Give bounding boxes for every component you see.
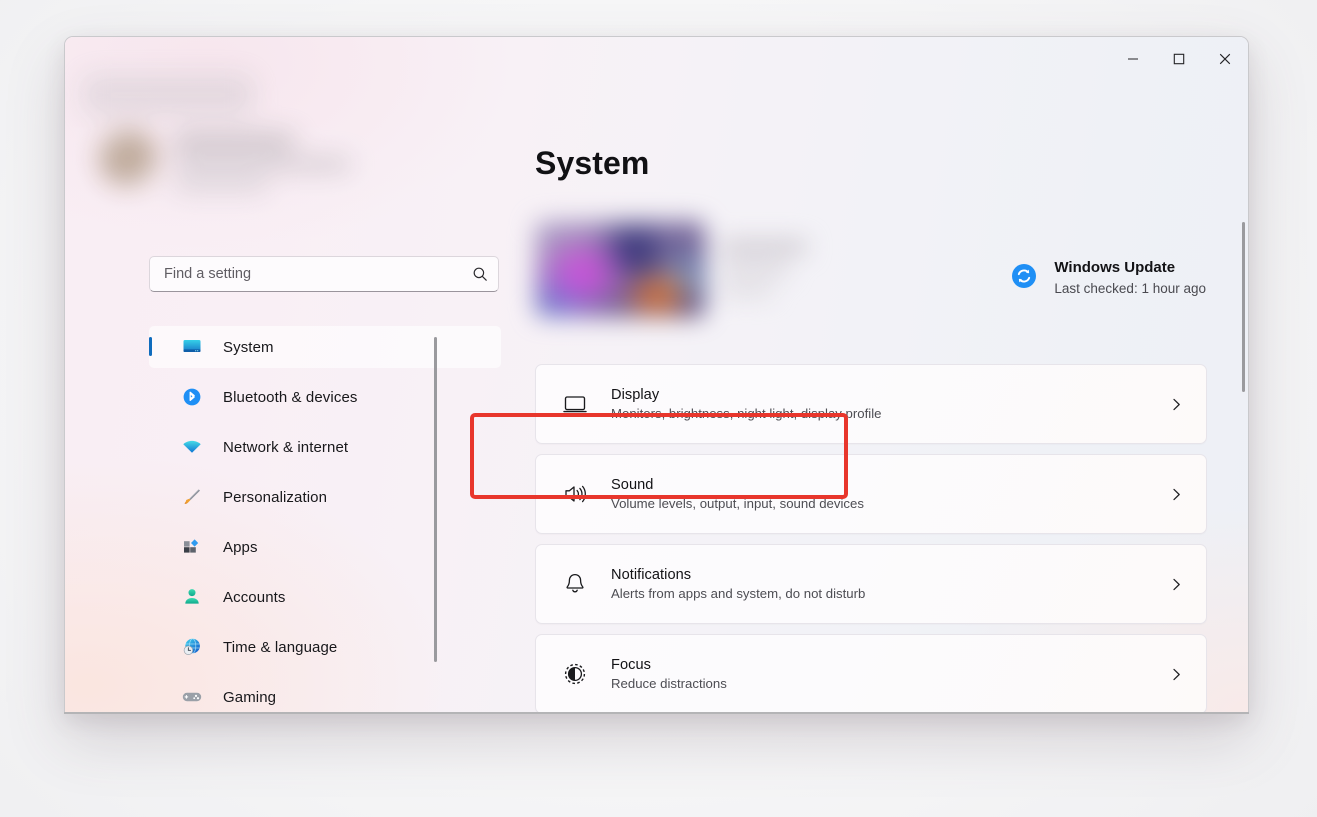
sidebar-item-apps[interactable]: Apps [149, 526, 501, 568]
chevron-right-icon [1169, 397, 1184, 412]
sidebar-item-time-language[interactable]: Time & language [149, 626, 501, 668]
sidebar-item-network-internet[interactable]: Network & internet [149, 426, 501, 468]
maximize-button[interactable] [1156, 37, 1202, 81]
card-subtitle: Volume levels, output, input, sound devi… [611, 496, 864, 511]
sidebar-item-label: Personalization [223, 488, 328, 506]
card-subtitle: Monitors, brightness, night light, displ… [611, 406, 882, 421]
card-title: Sound [611, 477, 654, 493]
card-text: Display Monitors, brightness, night ligh… [611, 387, 1169, 421]
gamepad-icon [181, 686, 203, 708]
content-scrollbar[interactable] [1242, 222, 1245, 392]
chevron-right-icon [1169, 487, 1184, 502]
card-subtitle: Alerts from apps and system, do not dist… [611, 586, 866, 601]
windows-update-title: Windows Update [1054, 259, 1176, 276]
card-subtitle: Reduce distractions [611, 676, 727, 691]
sidebar-item-accounts[interactable]: Accounts [149, 576, 501, 618]
sidebar-item-personalization[interactable]: Personalization [149, 476, 501, 518]
settings-card-focus[interactable]: Focus Reduce distractions [535, 634, 1207, 713]
card-title: Display [611, 387, 660, 403]
sidebar-item-label: System [223, 338, 274, 356]
sidebar-item-label: Time & language [223, 638, 338, 656]
device-model-redacted [721, 265, 789, 275]
device-rename-redacted [721, 287, 773, 296]
device-name-redacted [721, 241, 807, 253]
sidebar-item-label: Apps [223, 538, 258, 556]
card-text: Focus Reduce distractions [611, 657, 1169, 691]
profile-meta-redacted [173, 181, 269, 191]
settings-card-sound[interactable]: Sound Volume levels, output, input, soun… [535, 454, 1207, 534]
apps-icon [181, 536, 203, 558]
minimize-button[interactable] [1110, 37, 1156, 81]
sidebar-item-label: Network & internet [223, 438, 349, 456]
windows-update-last-checked: Last checked: 1 hour ago [1054, 281, 1206, 297]
sidebar-item-bluetooth-devices[interactable]: Bluetooth & devices [149, 376, 501, 418]
close-button[interactable] [1202, 37, 1248, 81]
monitor-outline-icon [560, 389, 590, 419]
monitor-icon [181, 336, 203, 358]
person-icon [181, 586, 203, 608]
card-text: Sound Volume levels, output, input, soun… [611, 477, 1169, 511]
bluetooth-icon [181, 386, 203, 408]
avatar [99, 129, 157, 187]
title-bar [65, 37, 1248, 83]
page-title: System [535, 145, 650, 181]
main-content: System Windows Update Last checked: 1 ho… [441, 83, 1248, 713]
search-box[interactable] [149, 256, 499, 292]
user-profile-blurred[interactable] [65, 75, 425, 233]
focus-icon [560, 659, 590, 689]
sidebar-scrollbar[interactable] [434, 337, 437, 662]
wallpaper-thumbnail [535, 221, 705, 317]
profile-name-redacted [173, 135, 295, 148]
sidebar-item-label: Bluetooth & devices [223, 388, 358, 406]
sidebar-nav: System Bluetooth & devices Network & int… [149, 326, 501, 713]
sync-icon [1010, 262, 1038, 295]
sidebar-item-label: Accounts [223, 588, 286, 606]
device-banner-blurred [521, 211, 821, 329]
card-title: Focus [611, 657, 651, 673]
chevron-right-icon [1169, 577, 1184, 592]
bell-icon [560, 569, 590, 599]
card-title: Notifications [611, 567, 692, 583]
settings-card-notifications[interactable]: Notifications Alerts from apps and syste… [535, 544, 1207, 624]
clock-globe-icon [181, 636, 203, 658]
sidebar: System Bluetooth & devices [65, 37, 501, 713]
sidebar-item-system[interactable]: System [149, 326, 501, 368]
paintbrush-icon [181, 486, 203, 508]
search-input[interactable] [164, 266, 472, 282]
sidebar-item-gaming[interactable]: Gaming [149, 676, 501, 713]
chevron-right-icon [1169, 667, 1184, 682]
wifi-icon [181, 436, 203, 458]
profile-email-redacted [173, 159, 351, 170]
settings-card-display[interactable]: Display Monitors, brightness, night ligh… [535, 364, 1207, 444]
card-text: Notifications Alerts from apps and syste… [611, 567, 1169, 601]
settings-card-list: Display Monitors, brightness, night ligh… [535, 364, 1207, 713]
settings-window: System Bluetooth & devices [64, 36, 1249, 713]
search-icon [472, 266, 488, 282]
windows-update-text: Windows Update Last checked: 1 hour ago [1054, 258, 1206, 298]
windows-update-status[interactable]: Windows Update Last checked: 1 hour ago [1010, 258, 1206, 298]
speaker-icon [560, 479, 590, 509]
sidebar-item-label: Gaming [223, 688, 277, 706]
